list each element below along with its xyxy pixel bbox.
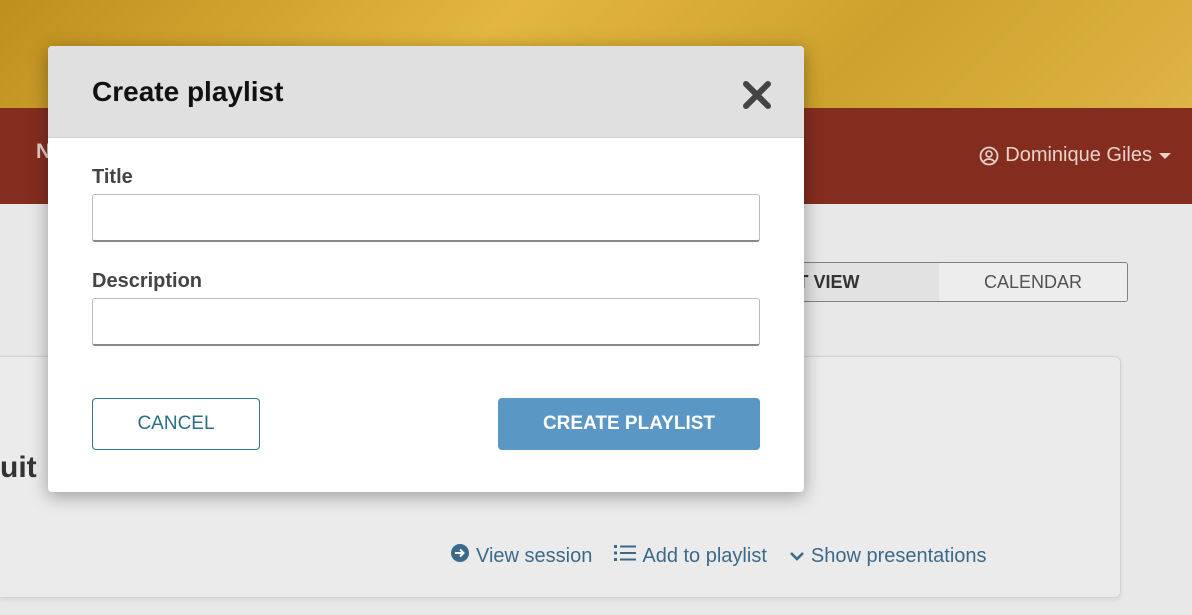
create-playlist-dialog: Create playlist Title Description CANCEL… [48, 46, 804, 492]
dialog-header: Create playlist [48, 46, 804, 138]
page: N Dominique Giles IST VIEW CALENDAR uit [0, 0, 1192, 615]
dialog-title: Create playlist [92, 76, 284, 107]
create-playlist-button[interactable]: CREATE PLAYLIST [498, 398, 760, 450]
close-button[interactable] [740, 78, 774, 112]
description-input[interactable] [92, 298, 760, 346]
title-label: Title [92, 166, 133, 188]
description-label: Description [92, 270, 203, 292]
close-icon [740, 81, 774, 115]
cancel-button[interactable]: CANCEL [92, 398, 260, 450]
title-input[interactable] [92, 194, 760, 242]
